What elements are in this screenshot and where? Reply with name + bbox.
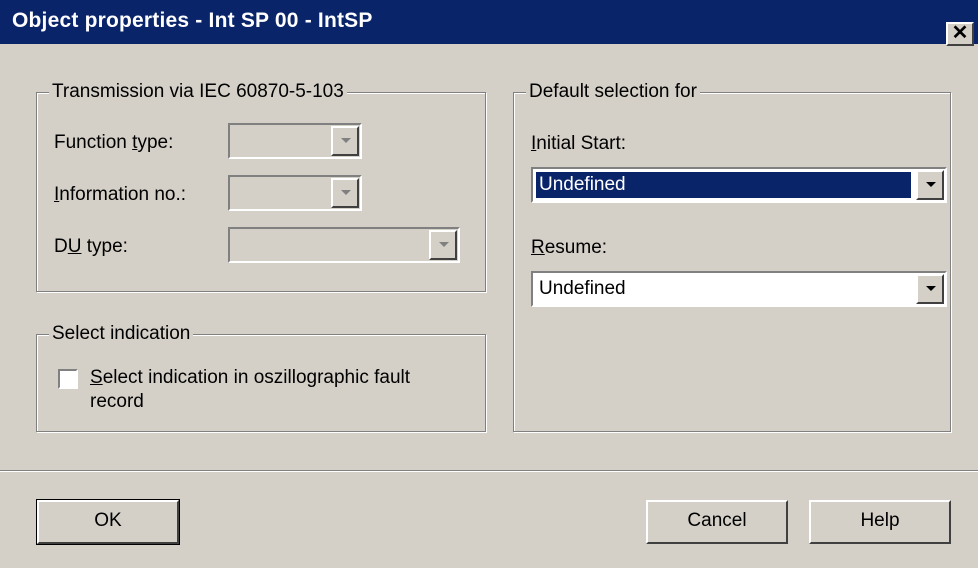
du-type-select[interactable]	[228, 227, 460, 263]
information-no-value	[233, 180, 326, 206]
chevron-down-icon	[926, 286, 936, 291]
function-type-select[interactable]	[228, 123, 362, 159]
information-no-label: Information no.:	[54, 184, 187, 205]
close-icon: ✕	[951, 22, 969, 44]
function-type-label: Function type:	[54, 132, 174, 153]
du-type-dropdown-button[interactable]	[429, 230, 457, 260]
help-button[interactable]: Help	[809, 500, 951, 544]
chevron-down-icon	[341, 138, 351, 143]
resume-label: Resume:	[531, 237, 608, 258]
resume-select[interactable]: Undefined	[531, 271, 947, 307]
select-indication-legend: Select indication	[49, 323, 194, 345]
oszillographic-fault-label[interactable]: Select indication in oszillographic faul…	[90, 366, 410, 414]
function-type-dropdown-button[interactable]	[331, 126, 359, 156]
initial-start-label: Initial Start:	[531, 133, 627, 154]
title-bar: Object properties - Int SP 00 - IntSP	[0, 0, 978, 44]
ok-button[interactable]: OK	[36, 499, 180, 545]
initial-start-select[interactable]: Undefined	[531, 167, 947, 203]
du-type-label: DU type:	[54, 236, 128, 257]
du-type-value	[233, 232, 424, 258]
function-type-value	[233, 128, 326, 154]
chevron-down-icon	[439, 242, 449, 247]
information-no-select[interactable]	[228, 175, 362, 211]
close-button[interactable]: ✕	[946, 22, 974, 46]
default-selection-legend: Default selection for	[526, 81, 700, 103]
transmission-legend: Transmission via IEC 60870-5-103	[49, 81, 347, 103]
cancel-button[interactable]: Cancel	[646, 500, 788, 544]
select-indication-group: Select indication Select indication in o…	[36, 323, 486, 432]
initial-start-value: Undefined	[535, 171, 912, 199]
oszillographic-fault-checkbox[interactable]	[58, 369, 78, 389]
chevron-down-icon	[341, 190, 351, 195]
resume-dropdown-button[interactable]	[916, 274, 944, 304]
resume-value: Undefined	[539, 278, 626, 299]
default-selection-group: Default selection for Initial Start: Und…	[513, 81, 951, 432]
information-no-dropdown-button[interactable]	[331, 178, 359, 208]
transmission-group: Transmission via IEC 60870-5-103 Functio…	[36, 81, 486, 292]
footer-separator	[0, 470, 978, 472]
window-title: Object properties - Int SP 00 - IntSP	[12, 9, 373, 32]
chevron-down-icon	[926, 182, 936, 187]
initial-start-dropdown-button[interactable]	[916, 170, 944, 200]
